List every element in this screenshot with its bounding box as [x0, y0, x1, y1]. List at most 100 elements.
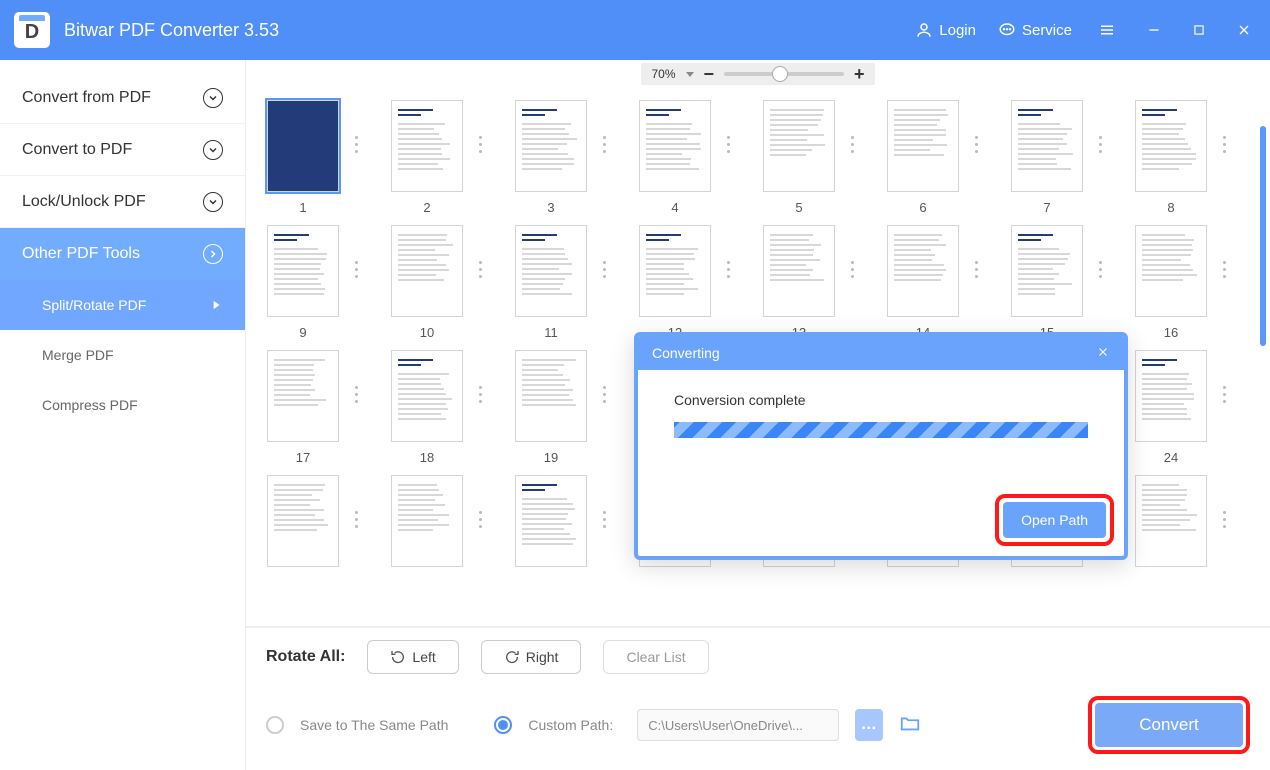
zoom-out-button[interactable]: −	[704, 65, 715, 83]
page-thumbnail[interactable]	[1135, 225, 1207, 317]
thumbnail-menu-icon[interactable]	[603, 261, 606, 278]
convert-button[interactable]: Convert	[1095, 703, 1243, 747]
thumbnail-menu-icon[interactable]	[479, 511, 482, 528]
page-thumbnail[interactable]	[1135, 475, 1207, 567]
sidebar-subitem-compress-pdf[interactable]: Compress PDF	[0, 380, 245, 430]
open-folder-button[interactable]	[899, 712, 921, 739]
thumbnail-page-number: 5	[795, 200, 802, 215]
page-thumbnail[interactable]	[1135, 100, 1207, 192]
close-button[interactable]	[1232, 18, 1256, 42]
page-thumbnail[interactable]	[1011, 225, 1083, 317]
page-thumbnail[interactable]	[1135, 350, 1207, 442]
page-thumbnail[interactable]	[267, 225, 339, 317]
thumbnail-menu-icon[interactable]	[1223, 386, 1226, 403]
sidebar-subitem-split-rotate[interactable]: Split/Rotate PDF	[0, 280, 245, 330]
page-thumbnail[interactable]	[267, 350, 339, 442]
open-path-button[interactable]: Open Path	[1003, 502, 1106, 538]
login-label: Login	[939, 22, 976, 39]
sidebar-item-label: Convert from PDF	[22, 89, 151, 107]
thumbnail-menu-icon[interactable]	[1223, 136, 1226, 153]
page-thumbnail[interactable]	[391, 475, 463, 567]
thumbnail-menu-icon[interactable]	[603, 136, 606, 153]
chevron-down-icon	[203, 88, 223, 108]
thumbnail-menu-icon[interactable]	[355, 511, 358, 528]
thumbnail-menu-icon[interactable]	[355, 386, 358, 403]
thumbnail-menu-icon[interactable]	[479, 386, 482, 403]
user-icon	[915, 21, 933, 39]
conversion-modal: Converting Conversion complete Open Path	[634, 332, 1128, 560]
zoom-slider[interactable]	[724, 72, 844, 76]
page-thumbnail[interactable]	[639, 225, 711, 317]
zoom-in-button[interactable]: +	[854, 65, 865, 83]
thumbnail-page-number: 11	[544, 325, 558, 340]
rotate-left-button[interactable]: Left	[367, 640, 458, 674]
page-thumbnail[interactable]	[763, 100, 835, 192]
thumbnail-menu-icon[interactable]	[603, 511, 606, 528]
scrollbar[interactable]	[1260, 126, 1266, 346]
page-thumbnail[interactable]	[639, 100, 711, 192]
thumbnail-page-number: 18	[420, 450, 434, 465]
thumbnail-menu-icon[interactable]	[975, 136, 978, 153]
thumbnail-page-number: 16	[1164, 325, 1178, 340]
sidebar-item-other-pdf-tools[interactable]: Other PDF Tools	[0, 228, 245, 280]
zoom-dropdown-icon[interactable]	[686, 72, 694, 77]
maximize-button[interactable]	[1188, 19, 1210, 41]
chevron-down-icon	[203, 140, 223, 160]
page-thumbnail[interactable]	[391, 350, 463, 442]
path-input[interactable]: C:\Users\User\OneDrive\...	[637, 709, 839, 741]
thumbnail-menu-icon[interactable]	[355, 136, 358, 153]
service-label: Service	[1022, 22, 1072, 39]
page-thumbnail[interactable]	[887, 100, 959, 192]
sidebar-item-label: Convert to PDF	[22, 141, 132, 159]
login-button[interactable]: Login	[915, 21, 976, 39]
page-thumbnail[interactable]	[515, 225, 587, 317]
page-thumbnail[interactable]	[391, 100, 463, 192]
radio-custom-path[interactable]	[494, 716, 512, 734]
page-thumbnail[interactable]	[391, 225, 463, 317]
browse-path-button[interactable]: …	[855, 709, 883, 741]
page-thumbnail[interactable]	[887, 225, 959, 317]
zoom-slider-thumb[interactable]	[772, 66, 788, 82]
thumbnail-menu-icon[interactable]	[1223, 511, 1226, 528]
page-thumbnail[interactable]	[515, 350, 587, 442]
thumbnail-menu-icon[interactable]	[479, 261, 482, 278]
page-thumbnail[interactable]	[515, 100, 587, 192]
thumbnail-menu-icon[interactable]	[975, 261, 978, 278]
page-thumbnail[interactable]	[763, 225, 835, 317]
zoom-value: 70%	[651, 67, 675, 81]
close-icon	[1096, 345, 1110, 359]
rotate-right-button[interactable]: Right	[481, 640, 582, 674]
page-thumbnail[interactable]	[1011, 100, 1083, 192]
clear-list-button[interactable]: Clear List	[603, 640, 708, 674]
rotate-right-icon	[504, 649, 520, 665]
thumbnail-menu-icon[interactable]	[603, 386, 606, 403]
sidebar-item-convert-to-pdf[interactable]: Convert to PDF	[0, 124, 245, 176]
thumbnail-menu-icon[interactable]	[1099, 136, 1102, 153]
sidebar-item-lock-unlock-pdf[interactable]: Lock/Unlock PDF	[0, 176, 245, 228]
thumbnail-page-number: 1	[299, 200, 306, 215]
thumbnail-menu-icon[interactable]	[479, 136, 482, 153]
service-button[interactable]: Service	[998, 21, 1072, 39]
arrow-right-icon	[209, 298, 223, 312]
page-thumbnail[interactable]	[267, 100, 339, 192]
minimize-button[interactable]	[1142, 18, 1166, 42]
thumbnail-menu-icon[interactable]	[851, 261, 854, 278]
sidebar-item-label: Other PDF Tools	[22, 245, 140, 263]
thumbnail-menu-icon[interactable]	[851, 136, 854, 153]
sidebar-subitem-label: Merge PDF	[42, 347, 114, 363]
thumbnail-menu-icon[interactable]	[727, 136, 730, 153]
thumbnail-page-number: 7	[1043, 200, 1050, 215]
thumbnail-menu-icon[interactable]	[355, 261, 358, 278]
sidebar-item-convert-from-pdf[interactable]: Convert from PDF	[0, 72, 245, 124]
thumbnail-menu-icon[interactable]	[1223, 261, 1226, 278]
thumbnail-page-number: 4	[671, 200, 678, 215]
radio-save-same-path[interactable]	[266, 716, 284, 734]
page-thumbnail[interactable]	[267, 475, 339, 567]
page-thumbnail[interactable]	[515, 475, 587, 567]
menu-button[interactable]	[1094, 17, 1120, 43]
modal-title: Converting	[652, 345, 720, 361]
thumbnail-menu-icon[interactable]	[727, 261, 730, 278]
modal-close-button[interactable]	[1096, 345, 1110, 362]
thumbnail-menu-icon[interactable]	[1099, 261, 1102, 278]
sidebar-subitem-merge-pdf[interactable]: Merge PDF	[0, 330, 245, 380]
